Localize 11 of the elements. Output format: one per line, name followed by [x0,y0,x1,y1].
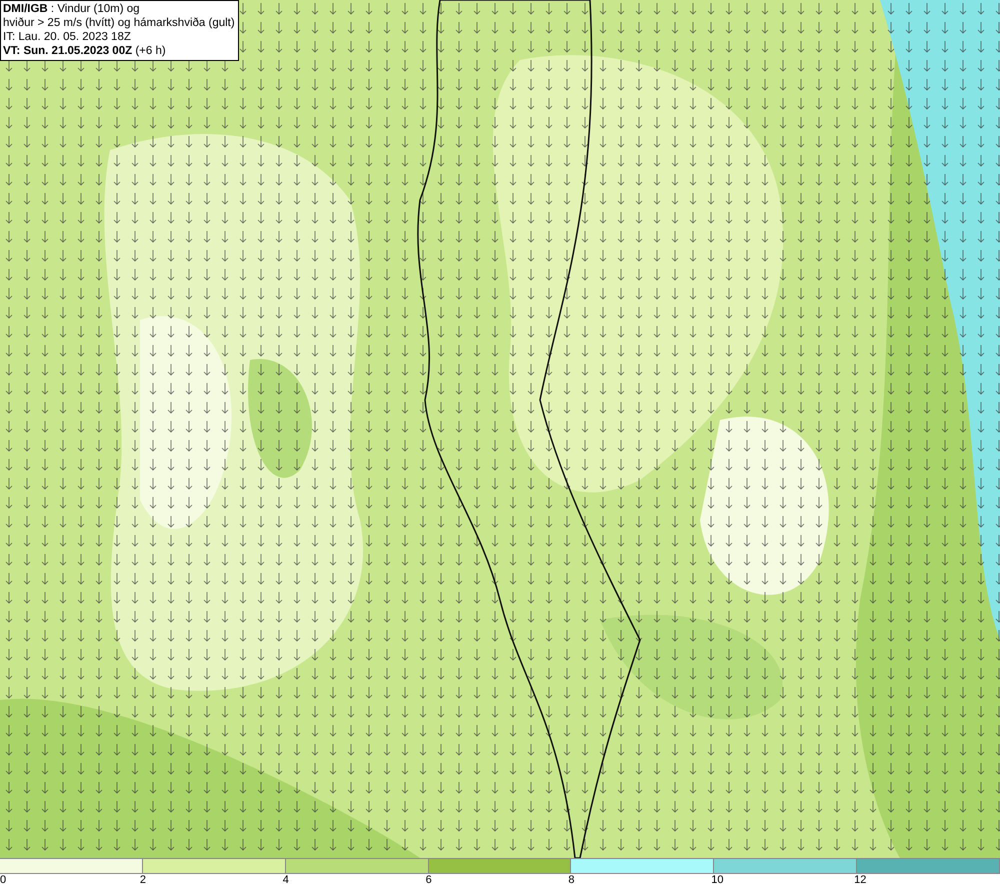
title-text: IT: Lau. 20. 05. 2023 18Z [3,30,132,44]
legend-label: 10 [711,874,724,886]
legend-label: 2 [140,874,146,886]
title-text: DMI/IGB : Vindur (10m) og [3,2,141,16]
legend-label: 4 [282,874,289,886]
legend-label: 12 [854,874,866,886]
legend-label: 6 [426,874,432,886]
title-text: VT: Sun. 21.05.2023 00Z (+6 h) [3,44,167,58]
legend-label: 8 [568,874,575,886]
title-text: hviður > 25 m/s (hvítt) og hámarkshviða (gult) [3,16,235,30]
legend-label: 0 [0,874,6,886]
